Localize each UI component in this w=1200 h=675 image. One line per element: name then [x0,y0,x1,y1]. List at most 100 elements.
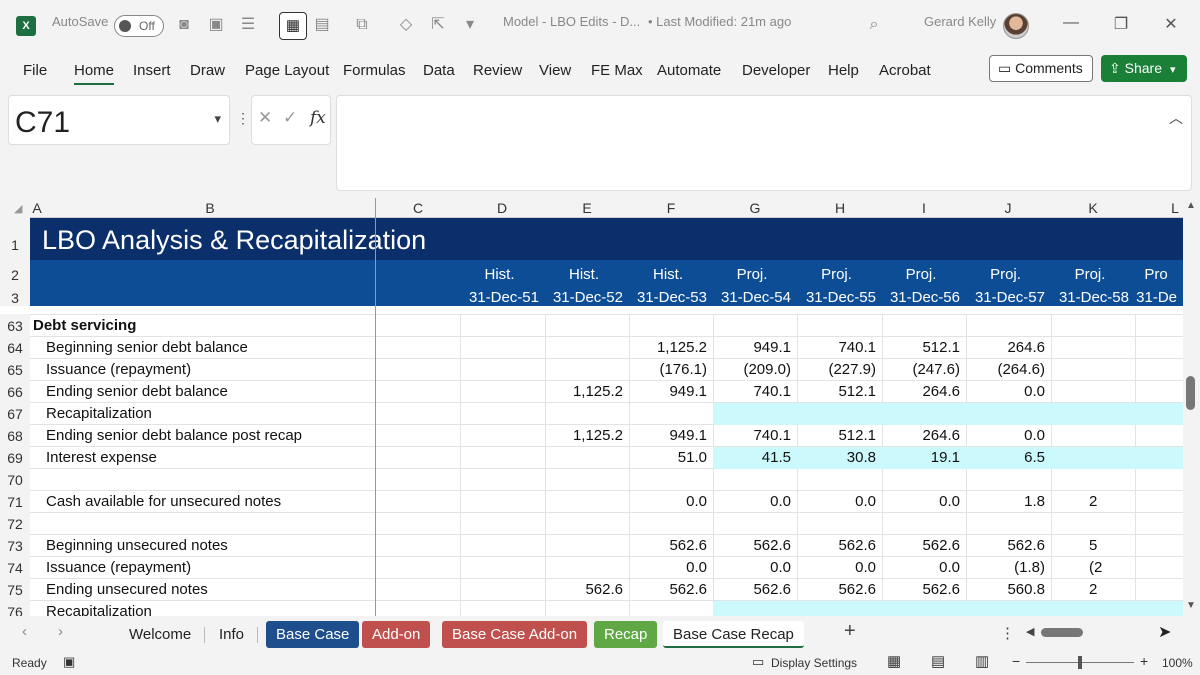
column-header-d[interactable]: D [487,200,517,216]
page-layout-view-icon[interactable]: ▤ [931,652,945,670]
data-cell[interactable]: 6.5 [966,449,1051,466]
zoom-slider-knob[interactable] [1078,656,1082,669]
scroll-up-icon[interactable]: ▲ [1186,200,1196,211]
scroll-thumb[interactable] [1186,376,1195,410]
data-cell[interactable]: (247.6) [882,361,966,378]
data-cell[interactable]: 264.6 [966,339,1051,356]
worksheet-grid[interactable]: ◢ ABCDEFGHIJKL LBO Analysis & Recapitali… [0,198,1183,616]
data-cell[interactable]: 0.0 [797,493,882,510]
data-cell[interactable]: 562.6 [713,537,797,554]
document-title[interactable]: Model - LBO Edits - D... [503,14,640,29]
data-cell[interactable]: 740.1 [797,339,882,356]
row-header-64[interactable]: 64 [0,336,30,358]
data-cell[interactable]: 0.0 [966,383,1051,400]
scroll-down-icon[interactable]: ▼ [1186,600,1196,611]
row-header-66[interactable]: 66 [0,380,30,402]
data-cell[interactable]: 51.0 [629,449,713,466]
insert-function-icon[interactable]: fx [310,108,326,128]
name-box[interactable]: C71 ▾ [8,95,230,145]
form-icon[interactable]: ▤ [312,15,332,35]
share-screen-icon[interactable]: ⇱ [428,15,448,35]
menu-insert[interactable]: Insert [133,62,171,79]
menu-view[interactable]: View [539,62,571,79]
data-cell[interactable]: 740.1 [713,427,797,444]
collapse-formula-icon[interactable]: ︿ [1169,108,1183,128]
column-header-a[interactable]: A [22,200,52,216]
row-header-1[interactable]: 1 [0,218,30,260]
row-header-65[interactable]: 65 [0,358,30,380]
menu-file[interactable]: File [23,62,47,79]
share-button[interactable]: ⇪ Share ▾ [1101,55,1187,82]
menu-acrobat[interactable]: Acrobat [879,62,931,79]
row-header-63[interactable]: 63 [0,314,30,336]
data-cell[interactable]: 562.6 [629,581,713,598]
column-header-g[interactable]: G [740,200,770,216]
data-cell[interactable]: 1,125.2 [629,339,713,356]
data-cell[interactable]: 0.0 [966,427,1051,444]
data-cell[interactable]: 264.6 [882,383,966,400]
next-sheet-icon[interactable]: › [58,623,63,640]
data-cell[interactable]: 562.6 [629,537,713,554]
data-cell[interactable]: 512.1 [797,427,882,444]
data-cell[interactable]: 5 [1051,537,1175,554]
vertical-scrollbar[interactable]: ▲ ▼ [1183,198,1200,616]
sheet-tab-base-case-recap[interactable]: Base Case Recap [663,621,804,648]
column-header-i[interactable]: I [909,200,939,216]
row-header-69[interactable]: 69 [0,446,30,468]
prev-sheet-icon[interactable]: ‹ [22,623,27,640]
data-cell[interactable]: 949.1 [713,339,797,356]
zoom-level[interactable]: 100% [1162,656,1193,670]
more-options-icon[interactable]: ⋮ [236,110,250,127]
data-cell[interactable]: (2 [1051,559,1175,576]
pictures-icon[interactable]: ▣ [206,15,226,35]
sheet-tab-base-case-add-on[interactable]: Base Case Add-on [442,621,588,648]
chevron-down-icon[interactable]: ▾ [214,111,221,127]
horizontal-scroll-thumb[interactable] [1041,628,1083,637]
menu-data[interactable]: Data [423,62,455,79]
normal-view-icon[interactable]: ▦ [887,652,901,670]
data-cell[interactable]: 41.5 [713,449,797,466]
display-settings-label[interactable]: Display Settings [771,656,857,670]
menu-fe-max[interactable]: FE Max [591,62,643,79]
column-header-k[interactable]: K [1078,200,1108,216]
restore-icon[interactable]: ❐ [1106,14,1136,34]
user-name[interactable]: Gerard Kelly [924,14,996,29]
data-cell[interactable]: 562.6 [797,581,882,598]
display-settings-icon[interactable]: ▭ [752,654,764,670]
data-cell[interactable]: 0.0 [713,559,797,576]
autosave-toggle[interactable]: Off [114,15,164,37]
data-cell[interactable]: 1,125.2 [545,427,629,444]
eraser-icon[interactable]: ◇ [396,15,416,35]
row-header-72[interactable]: 72 [0,512,30,534]
sheet-tab-recap[interactable]: Recap [594,621,658,648]
formula-input[interactable]: ︿ [336,95,1192,191]
scroll-left-icon[interactable]: ◀ [1026,625,1034,638]
data-cell[interactable]: 562.6 [882,581,966,598]
search-icon[interactable]: ⌕ [864,15,884,35]
camera-icon[interactable]: ◙ [174,15,194,35]
column-header-b[interactable]: B [195,200,225,216]
sheet-tab-base-case[interactable]: Base Case [266,621,360,648]
column-header-j[interactable]: J [993,200,1023,216]
data-cell[interactable]: 560.8 [966,581,1051,598]
column-header-h[interactable]: H [825,200,855,216]
data-cell[interactable]: 949.1 [629,427,713,444]
data-cell[interactable]: 19.1 [882,449,966,466]
data-cell[interactable]: 949.1 [629,383,713,400]
data-cell[interactable]: 0.0 [797,559,882,576]
data-cell[interactable]: 0.0 [629,559,713,576]
zoom-out-icon[interactable]: − [1012,653,1020,669]
row-header-76[interactable]: 76 [0,600,30,616]
menu-home[interactable]: Home [74,62,115,85]
data-cell[interactable]: 0.0 [882,559,966,576]
data-cell[interactable]: (1.8) [966,559,1051,576]
data-cell[interactable]: 30.8 [797,449,882,466]
data-cell[interactable]: 562.6 [882,537,966,554]
page-break-view-icon[interactable]: ▥ [975,652,989,670]
data-cell[interactable]: 740.1 [713,383,797,400]
accessibility-icon[interactable]: ▣ [63,654,75,670]
align-icon[interactable]: ☰ [238,15,258,35]
data-cell[interactable]: 264.6 [882,427,966,444]
minimize-icon[interactable]: — [1056,14,1086,32]
table-icon[interactable]: ▦ [279,12,307,40]
